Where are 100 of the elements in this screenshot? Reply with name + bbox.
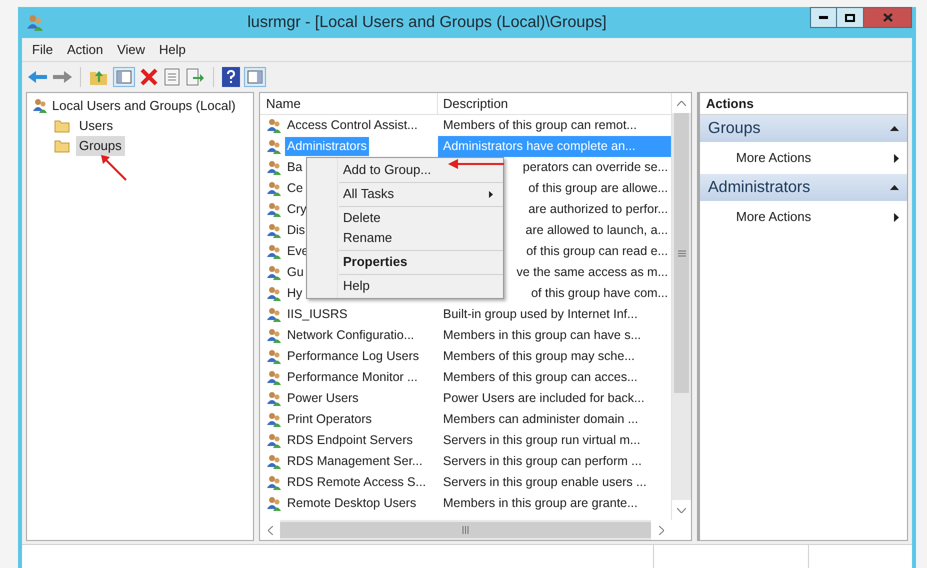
group-description: of this group are allowe... [528,180,668,198]
submenu-arrow-icon [894,154,899,162]
group-name[interactable]: Cry [285,200,308,219]
group-name[interactable]: Performance Monitor ... [285,368,420,387]
group-description: Power Users are included for back... [443,390,644,408]
tree-item[interactable]: Groups [76,136,125,156]
annotation-arrow [99,153,129,183]
group-icon [266,286,282,302]
pane-toggle-icon[interactable] [113,67,135,87]
group-icon [266,202,282,218]
vertical-scrollbar[interactable] [671,93,691,520]
action-item[interactable]: More Actions [700,201,907,233]
group-description: Built-in group used by Internet Inf... [443,306,638,324]
menu-item[interactable]: Help [159,40,186,60]
group-name[interactable]: Network Configuratio... [285,326,416,345]
group-name[interactable]: Ba [285,158,304,177]
group-name[interactable]: Remote Desktop Users [285,494,418,513]
minimize-button[interactable] [810,7,837,28]
group-description: Members in this group are grante... [443,495,638,512]
group-name[interactable]: Gu [285,263,306,282]
maximize-button[interactable] [837,7,864,28]
group-icon [266,180,282,196]
group-name[interactable]: Performance Log Users [285,347,422,366]
group-name[interactable]: IIS_IUSRS [285,305,350,324]
group-description: ve the same access as m... [516,264,668,282]
menu-item[interactable]: Action [66,40,104,60]
horizontal-scrollbar[interactable] [260,520,671,540]
actions-section-header[interactable]: Administrators [700,174,907,201]
annotation-arrow [448,158,504,170]
folder-icon [54,139,70,153]
group-icon [266,138,282,154]
group-icon [266,244,282,260]
group-name[interactable]: Print Operators [285,410,374,429]
group-name[interactable]: Access Control Assist... [285,116,420,135]
menu-item[interactable]: File [32,40,53,60]
delete-icon[interactable] [139,68,159,86]
group-icon [266,496,282,512]
group-icon [266,328,282,344]
group-name[interactable]: RDS Management Ser... [285,452,424,471]
group-icon [266,370,282,386]
export-icon[interactable] [185,68,205,86]
minimize-icon [819,16,828,19]
tree-item[interactable]: Users [76,116,116,136]
column-header[interactable]: Description [438,93,671,114]
submenu-arrow-icon [489,190,493,198]
group-description: Members of this group can remot... [443,117,637,134]
group-description: of this group can read e... [526,243,668,260]
group-name[interactable]: Hy [285,284,304,303]
properties-icon[interactable] [163,68,181,86]
group-description: Administrators have complete an... [443,138,636,156]
context-menu-item[interactable]: Delete [343,208,381,228]
action-item[interactable]: More Actions [700,142,907,174]
close-icon [882,13,892,22]
close-button[interactable] [864,7,912,28]
context-menu-item[interactable]: Properties [343,252,408,272]
group-icon [266,306,282,322]
menu-item[interactable]: View [117,40,146,60]
group-name[interactable]: Ce [285,179,305,198]
group-name[interactable]: Dis [285,221,308,240]
submenu-arrow-icon [894,212,899,222]
group-icon [266,348,282,364]
group-icon [266,118,282,134]
group-description: Servers in this group run virtual m... [443,432,640,450]
collapse-icon[interactable] [890,185,899,190]
column-header[interactable]: Name [260,93,438,114]
group-name[interactable]: RDS Endpoint Servers [285,431,415,450]
help-icon[interactable] [222,67,240,87]
scroll-right-icon[interactable] [658,526,664,534]
context-menu-item[interactable]: All Tasks [343,184,493,204]
group-name[interactable]: RDS Remote Access S... [285,473,428,492]
scroll-down-icon[interactable] [677,508,686,512]
back-arrow-icon[interactable] [28,70,48,84]
collapse-icon[interactable] [890,126,899,131]
group-name[interactable]: Power Users [285,389,361,408]
group-description: perators can override se... [522,159,668,176]
group-description: are allowed to launch, a... [526,222,668,240]
context-menu-item[interactable]: Rename [343,228,392,248]
scroll-left-icon[interactable] [268,526,272,534]
group-icon [266,454,282,470]
group-description: are authorized to perfor... [528,201,668,218]
group-icon [266,432,282,448]
group-icon [266,474,282,490]
group-icon [32,98,48,114]
group-description: Members can administer domain ... [443,411,638,428]
group-icon [266,160,282,176]
group-icon [266,412,282,428]
action-pane-icon[interactable] [244,67,266,87]
users-icon [26,14,44,32]
context-menu-item[interactable]: Help [343,276,370,296]
context-menu-item[interactable]: Add to Group... [343,160,432,180]
scroll-up-icon[interactable] [677,100,686,106]
actions-section-header[interactable]: Groups [700,115,907,142]
maximize-icon [845,14,855,22]
group-icon [266,222,282,238]
forward-arrow-icon[interactable] [52,70,72,84]
window-title: lusrmgr - [Local Users and Groups (Local)\Groups] [246,12,608,32]
group-description: of this group have com... [531,285,668,302]
grip-icon [462,526,469,534]
group-description: Members of this group may sche... [443,348,635,366]
tree-item[interactable]: Local Users and Groups (Local) [52,96,236,116]
